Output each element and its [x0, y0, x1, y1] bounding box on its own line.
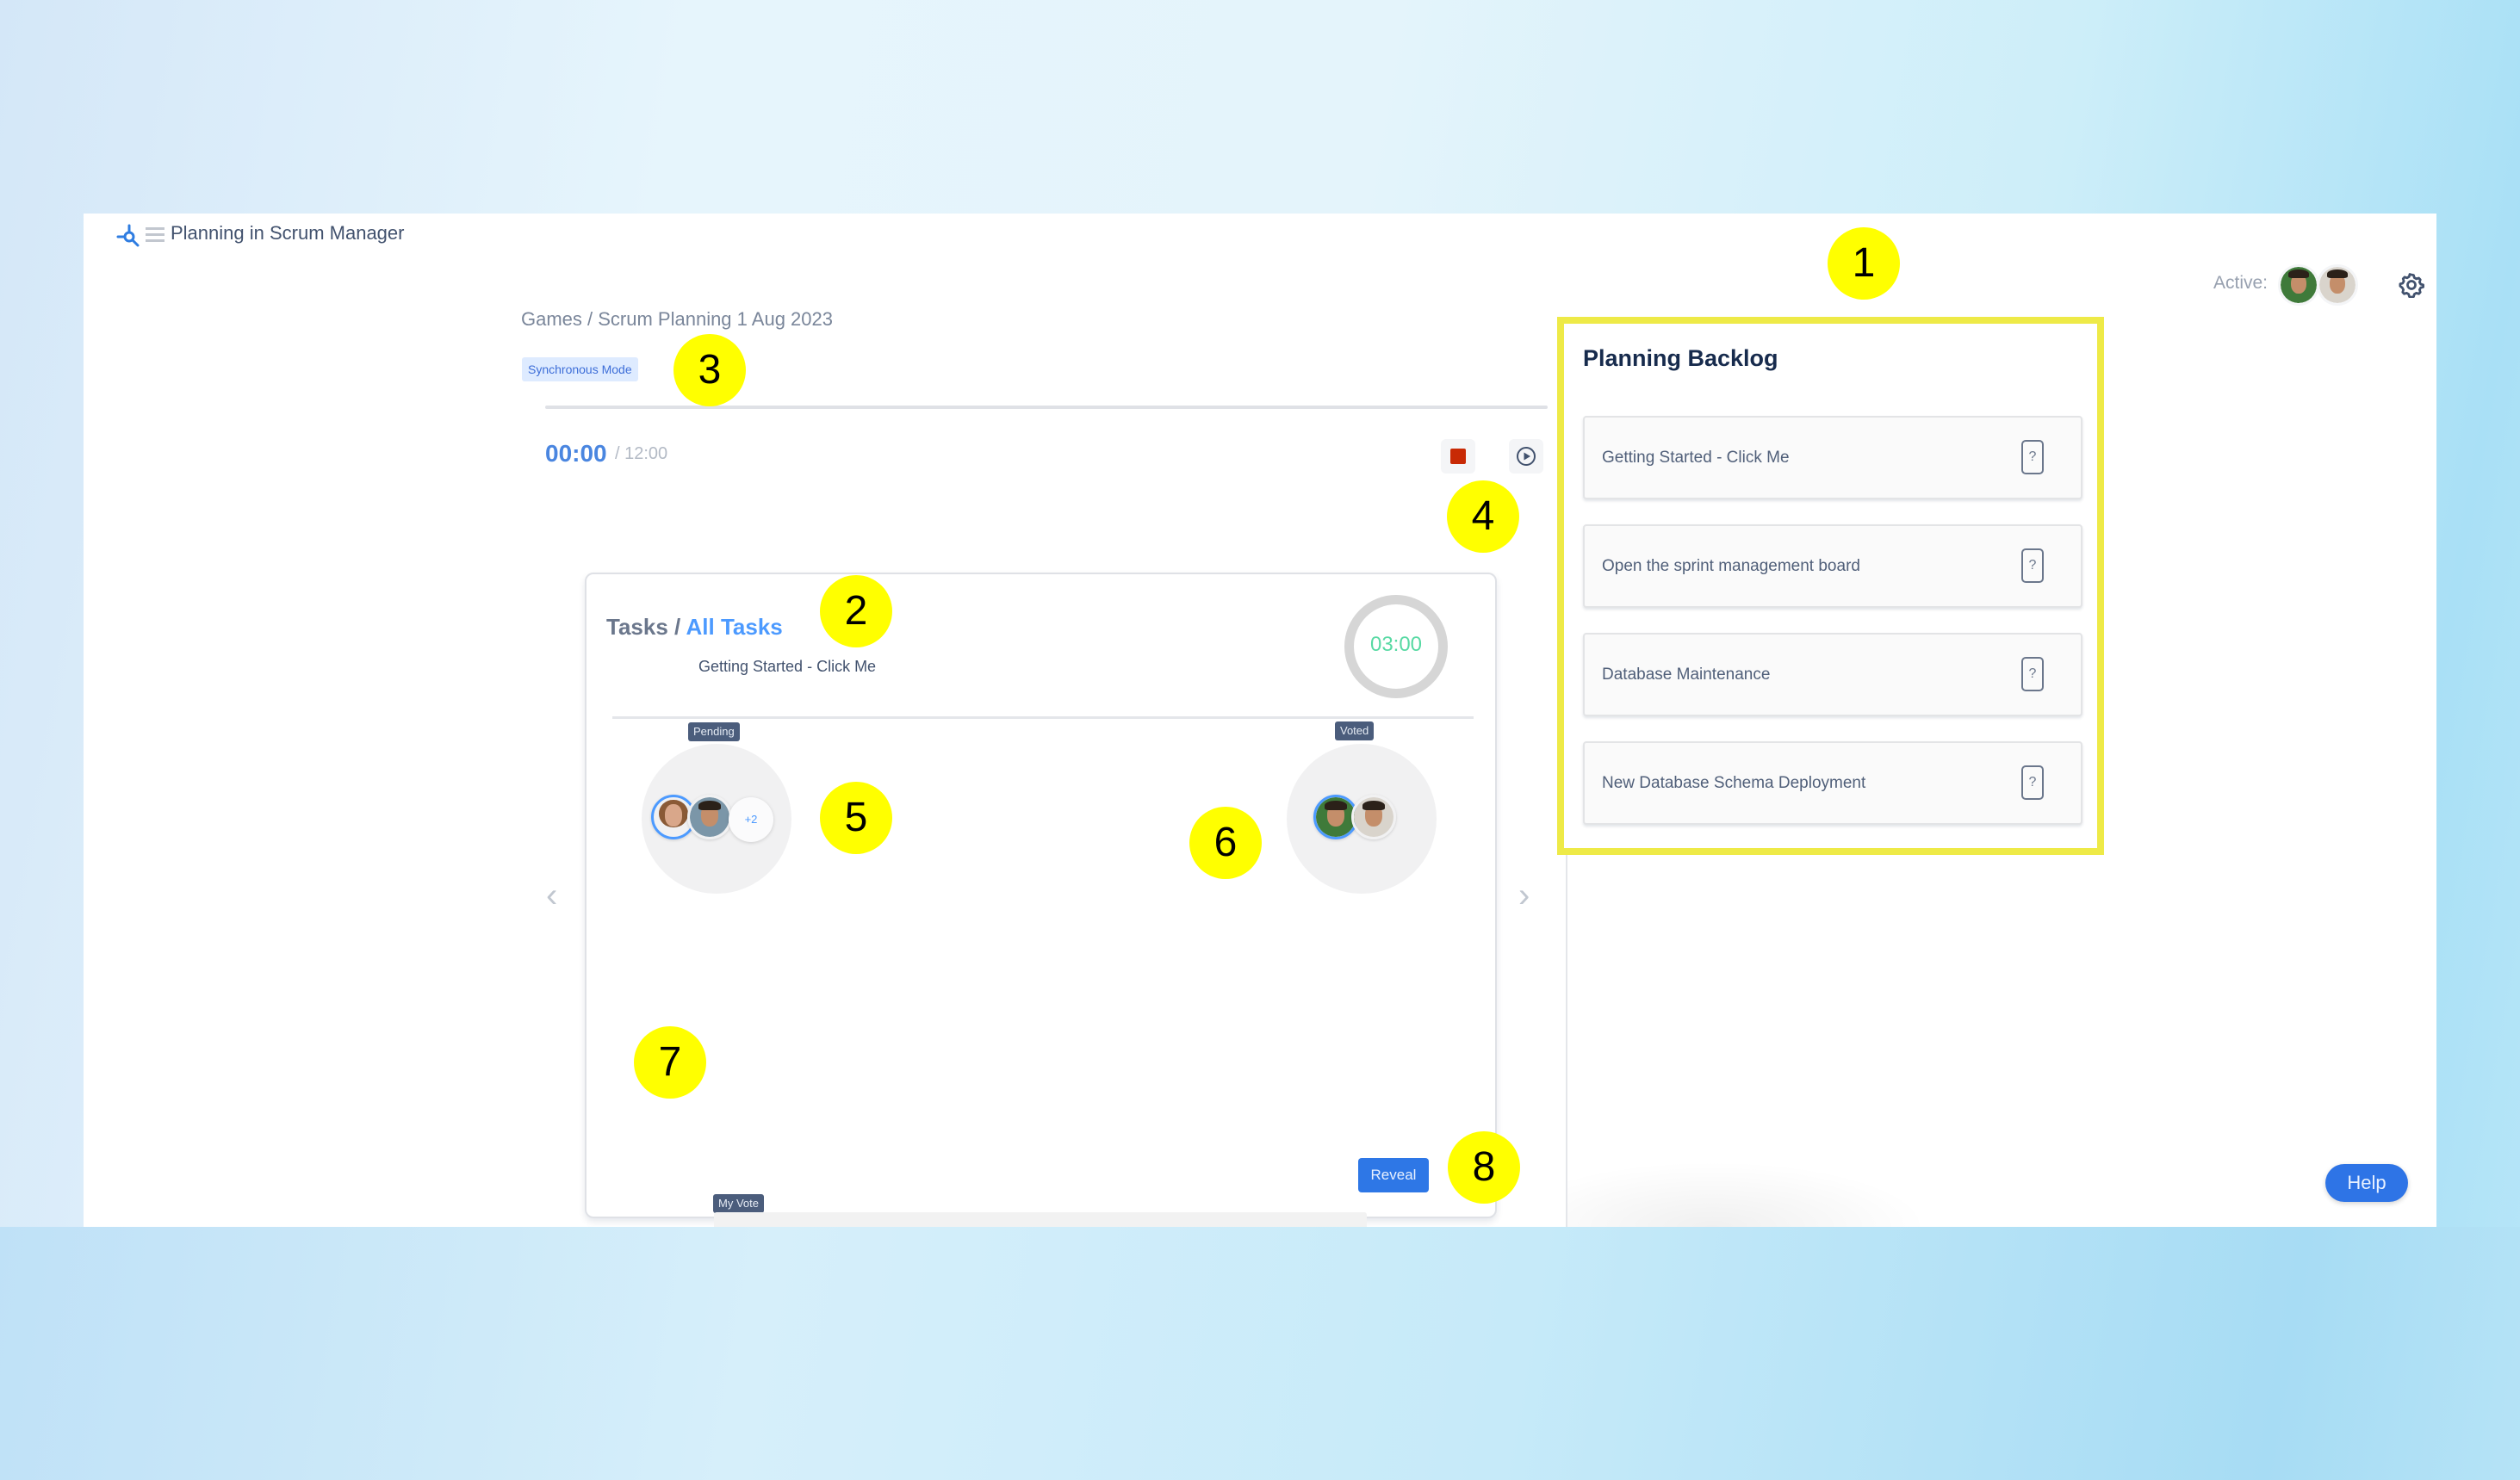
- backlog-item[interactable]: Database Maintenance ?: [1583, 633, 2082, 716]
- avatar-image: [2281, 267, 2317, 303]
- task-heading: Tasks / All Tasks: [606, 614, 783, 641]
- pending-tag: Pending: [688, 722, 740, 741]
- annotation-marker-2: 2: [820, 575, 892, 647]
- backlog-item-label: Database Maintenance: [1602, 666, 1771, 684]
- pending-voter-avatar[interactable]: [687, 795, 732, 839]
- backlog-item-label: Getting Started - Click Me: [1602, 449, 1790, 467]
- active-users-label: Active:: [2213, 273, 2269, 293]
- reveal-button[interactable]: Reveal: [1358, 1158, 1429, 1192]
- avatar-image: [2319, 267, 2356, 303]
- mode-badge: Synchronous Mode: [522, 357, 638, 381]
- annotation-marker-3: 3: [673, 334, 746, 406]
- backlog-item[interactable]: Open the sprint management board ?: [1583, 524, 2082, 608]
- annotation-marker-6: 6: [1189, 807, 1262, 879]
- stop-button[interactable]: [1441, 439, 1475, 474]
- app-logo-icon[interactable]: [116, 224, 140, 248]
- my-vote-tag: My Vote: [713, 1194, 764, 1213]
- backlog-item-label: Open the sprint management board: [1602, 557, 1860, 575]
- play-circle-icon: [1517, 447, 1536, 466]
- more-voters-count[interactable]: +2: [729, 797, 773, 842]
- planning-backlog-panel: Planning Backlog Getting Started - Click…: [1557, 317, 2104, 855]
- backlog-item[interactable]: Getting Started - Click Me ?: [1583, 416, 2082, 499]
- annotation-marker-5: 5: [820, 782, 892, 854]
- gear-icon[interactable]: [2399, 272, 2424, 298]
- play-button[interactable]: [1509, 439, 1543, 474]
- countdown-ring: 03:00: [1344, 595, 1448, 698]
- session-progress-bar: [545, 406, 1548, 409]
- avatar-image: [1316, 797, 1356, 837]
- session-timer-elapsed: 00:00: [545, 440, 607, 467]
- avatar-image: [690, 797, 729, 837]
- active-user-avatar[interactable]: [2317, 264, 2358, 306]
- desktop-background: [0, 1227, 2520, 1480]
- estimate-card-icon: ?: [2021, 657, 2044, 691]
- pending-voters-pool: +2: [642, 744, 791, 894]
- voted-voters-pool: [1287, 744, 1437, 894]
- previous-task-arrow[interactable]: ‹: [546, 878, 557, 913]
- stop-icon: [1450, 449, 1466, 464]
- vote-slider[interactable]: 01235813: [714, 1212, 1367, 1227]
- estimate-card-icon: ?: [2021, 440, 2044, 474]
- voted-voter-avatar[interactable]: [1351, 795, 1396, 839]
- panel-shadow: [1567, 1161, 1929, 1227]
- help-button[interactable]: Help: [2325, 1164, 2408, 1202]
- avatar-image: [1354, 797, 1393, 837]
- backlog-item-label: New Database Schema Deployment: [1602, 774, 1866, 792]
- voted-tag: Voted: [1335, 721, 1375, 740]
- annotation-marker-8: 8: [1448, 1131, 1520, 1204]
- next-task-arrow[interactable]: ›: [1518, 878, 1530, 913]
- breadcrumb[interactable]: Games / Scrum Planning 1 Aug 2023: [521, 308, 833, 331]
- annotation-marker-4: 4: [1447, 480, 1519, 553]
- backlog-title: Planning Backlog: [1583, 345, 1778, 371]
- annotation-marker-7: 7: [634, 1026, 706, 1099]
- current-task-name: Getting Started - Click Me: [698, 658, 877, 675]
- tasks-label: Tasks /: [606, 614, 686, 640]
- app-window: Planning in Scrum Manager Active: Games …: [84, 214, 2436, 1227]
- session-timer-total: / 12:00: [615, 444, 668, 463]
- card-divider: [612, 716, 1474, 719]
- hamburger-menu-icon[interactable]: [146, 227, 164, 243]
- backlog-item[interactable]: New Database Schema Deployment ?: [1583, 741, 2082, 825]
- annotation-marker-1: 1: [1828, 227, 1900, 300]
- estimate-card-icon: ?: [2021, 548, 2044, 583]
- active-user-avatar[interactable]: [2278, 264, 2319, 306]
- all-tasks-link[interactable]: All Tasks: [686, 614, 783, 640]
- app-title: Planning in Scrum Manager: [171, 222, 405, 244]
- countdown-text: 03:00: [1369, 633, 1423, 656]
- estimate-card-icon: ?: [2021, 765, 2044, 800]
- task-card: Tasks / All Tasks Getting Started - Clic…: [585, 573, 1497, 1227]
